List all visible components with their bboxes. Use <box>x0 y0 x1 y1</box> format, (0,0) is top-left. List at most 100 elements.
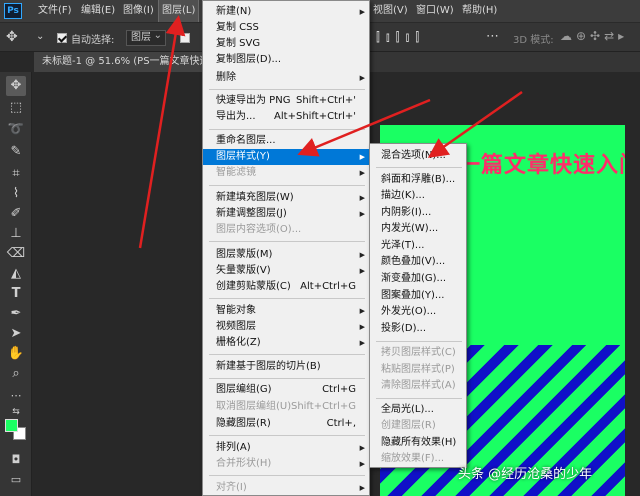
style-item-copy-layer-style[interactable]: 拷贝图层样式(C) <box>370 345 466 361</box>
menu-file[interactable]: 文件(F) <box>35 0 75 22</box>
eraser-tool-icon[interactable]: ⌫ <box>6 244 26 264</box>
layer-menu-item-arrange[interactable]: 排列(A) ▶ <box>203 440 369 456</box>
screen-mode-icon[interactable]: ▭ <box>6 470 26 490</box>
submenu-arrow-icon: ▶ <box>359 153 365 161</box>
marquee-tool-icon[interactable]: ⬚ <box>6 98 26 118</box>
menu-separator <box>209 89 365 90</box>
lasso-tool-icon[interactable]: ➰ <box>6 120 26 140</box>
layer-menu-item-clipping-mask[interactable]: 创建剪贴蒙版(C) Alt+Ctrl+G <box>203 279 369 295</box>
menu-layer[interactable]: 图层(L) <box>157 0 200 23</box>
menu-separator <box>376 167 462 168</box>
submenu-arrow-icon: ▶ <box>359 323 365 331</box>
layer-menu-item-vector-mask[interactable]: 矢量蒙版(V) ▶ <box>203 263 369 279</box>
crop-tool-icon[interactable]: ⌗ <box>6 164 26 184</box>
3d-mode-icons[interactable]: ☁⊕✣⇄▸ <box>560 29 628 43</box>
layer-menu-item-group-layers[interactable]: 图层编组(G) Ctrl+G <box>203 382 369 398</box>
submenu-arrow-icon: ▶ <box>359 169 365 177</box>
hand-tool-icon[interactable]: ✋ <box>6 344 26 364</box>
style-item-inner-glow[interactable]: 内发光(W)... <box>370 221 466 237</box>
stamp-tool-icon[interactable]: ⊥ <box>6 224 26 244</box>
layer-menu-item-rasterize[interactable]: 栅格化(Z) ▶ <box>203 335 369 351</box>
layer-menu-item-copy-svg[interactable]: 复制 SVG <box>203 36 369 52</box>
style-item-satin[interactable]: 光泽(T)... <box>370 238 466 254</box>
layer-menu-item-align[interactable]: 对齐(I) ▶ <box>203 480 369 496</box>
quick-mask-icon[interactable]: ◘ <box>6 450 26 470</box>
submenu-arrow-icon: ▶ <box>359 8 365 16</box>
layer-menu-dropdown: 新建(N) ▶ 复制 CSS 复制 SVG 复制图层(D)... 删除 ▶ 快速导出… <box>202 0 370 496</box>
watermark-text: 头条 @经历沧桑的少年 <box>458 467 593 482</box>
foreground-color-swatch[interactable] <box>5 419 18 432</box>
eyedropper-tool-icon[interactable]: ⌇ <box>6 184 26 204</box>
layer-menu-item-delete[interactable]: 删除 ▶ <box>203 70 369 86</box>
style-item-inner-shadow[interactable]: 内阴影(I)... <box>370 205 466 221</box>
style-item-gradient-overlay[interactable]: 渐变叠加(G)... <box>370 271 466 287</box>
layer-menu-item-new-slice[interactable]: 新建基于图层的切片(B) <box>203 359 369 375</box>
menu-edit[interactable]: 编辑(E) <box>78 0 118 22</box>
style-item-paste-layer-style[interactable]: 粘贴图层样式(P) <box>370 362 466 378</box>
layer-menu-item-export-as[interactable]: 导出为... Alt+Shift+Ctrl+' <box>203 109 369 125</box>
submenu-arrow-icon: ▶ <box>359 251 365 259</box>
menu-separator <box>209 185 365 186</box>
menu-help[interactable]: 帮助(H) <box>459 0 500 22</box>
style-item-clear-layer-style[interactable]: 清除图层样式(A) <box>370 378 466 394</box>
submenu-arrow-icon: ▶ <box>359 484 365 492</box>
quick-select-tool-icon[interactable]: ✎ <box>6 142 26 162</box>
menu-separator <box>209 435 365 436</box>
layer-menu-item-quick-export[interactable]: 快速导出为 PNG Shift+Ctrl+' <box>203 93 369 109</box>
style-item-blending-options[interactable]: 混合选项(N)... <box>370 148 466 164</box>
align-icons[interactable]: ⫿⫾⫿⫾⫿ <box>376 30 425 45</box>
layer-menu-item-new-fill-layer[interactable]: 新建填充图层(W) ▶ <box>203 190 369 206</box>
menu-window[interactable]: 窗口(W) <box>413 0 457 22</box>
dodge-tool-icon[interactable]: ◭ <box>6 264 26 284</box>
style-item-hide-all-effects[interactable]: 隐藏所有效果(H) <box>370 435 466 451</box>
layer-menu-item-layer-style[interactable]: 图层样式(Y) ▶ <box>203 149 369 165</box>
layer-menu-item-smart-filter[interactable]: 智能滤镜 ▶ <box>203 165 369 181</box>
layer-menu-item-new-adjustment-layer[interactable]: 新建调整图层(J) ▶ <box>203 206 369 222</box>
submenu-arrow-icon: ▶ <box>359 267 365 275</box>
zoom-tool-icon[interactable]: ⌕ <box>6 364 26 384</box>
menu-separator <box>376 398 462 399</box>
style-item-create-layer[interactable]: 创建图层(R) <box>370 418 466 434</box>
menu-image[interactable]: 图像(I) <box>120 0 157 22</box>
auto-select-checkbox[interactable] <box>57 33 67 43</box>
move-tool-icon[interactable]: ✥ <box>6 76 26 96</box>
layer-menu-item-layer-content-options[interactable]: 图层内容选项(O)... <box>203 222 369 238</box>
style-item-bevel-emboss[interactable]: 斜面和浮雕(B)... <box>370 172 466 188</box>
pen-tool-icon[interactable]: ✒ <box>6 304 26 324</box>
menu-view[interactable]: 视图(V) <box>370 0 411 22</box>
style-item-drop-shadow[interactable]: 投影(D)... <box>370 321 466 337</box>
layer-menu-item-hide-layers[interactable]: 隐藏图层(R) Ctrl+, <box>203 416 369 432</box>
style-item-stroke[interactable]: 描边(K)... <box>370 188 466 204</box>
layer-menu-item-smart-object[interactable]: 智能对象 ▶ <box>203 303 369 319</box>
layer-menu-item-layer-mask[interactable]: 图层蒙版(M) ▶ <box>203 247 369 263</box>
style-item-outer-glow[interactable]: 外发光(O)... <box>370 304 466 320</box>
show-transform-checkbox[interactable] <box>180 33 190 43</box>
style-item-pattern-overlay[interactable]: 图案叠加(Y)... <box>370 288 466 304</box>
style-item-color-overlay[interactable]: 颜色叠加(V)... <box>370 254 466 270</box>
move-tool-preset-icon[interactable]: ✥ <box>6 29 18 45</box>
document-tab[interactable]: 未标题-1 @ 51.6% (PS一篇文章快速入门, RGB/8) <box>34 52 206 72</box>
auto-select-label: 自动选择: <box>71 35 115 46</box>
brush-tool-icon[interactable]: ✐ <box>6 204 26 224</box>
auto-select-dropdown[interactable]: 图层 <box>126 29 166 46</box>
layer-menu-item-duplicate[interactable]: 复制图层(D)... <box>203 52 369 68</box>
photoshop-logo[interactable]: Ps <box>4 3 22 19</box>
layer-menu-item-ungroup-layers[interactable]: 取消图层编组(U) Shift+Ctrl+G <box>203 399 369 415</box>
canvas-title-text: 一篇文章快速入门 <box>458 153 625 178</box>
chevron-down-icon[interactable]: ⌄ <box>36 31 44 42</box>
layer-menu-item-new[interactable]: 新建(N) ▶ <box>203 4 369 20</box>
more-options-icon[interactable]: ⋯ <box>486 29 499 44</box>
style-item-global-light[interactable]: 全局光(L)... <box>370 402 466 418</box>
layer-menu-item-copy-css[interactable]: 复制 CSS <box>203 20 369 36</box>
menu-separator <box>209 354 365 355</box>
menu-separator <box>209 241 365 242</box>
layer-menu-item-combine-shapes[interactable]: 合并形状(H) ▶ <box>203 456 369 472</box>
layer-menu-item-rename[interactable]: 重命名图层... <box>203 133 369 149</box>
layer-menu-item-video-layer[interactable]: 视频图层 ▶ <box>203 319 369 335</box>
submenu-arrow-icon: ▶ <box>359 307 365 315</box>
submenu-arrow-icon: ▶ <box>359 444 365 452</box>
type-tool-icon[interactable]: T <box>6 284 26 304</box>
style-item-scale-effects[interactable]: 缩放效果(F)... <box>370 451 466 467</box>
path-select-tool-icon[interactable]: ➤ <box>6 324 26 344</box>
menu-separator <box>209 378 365 379</box>
